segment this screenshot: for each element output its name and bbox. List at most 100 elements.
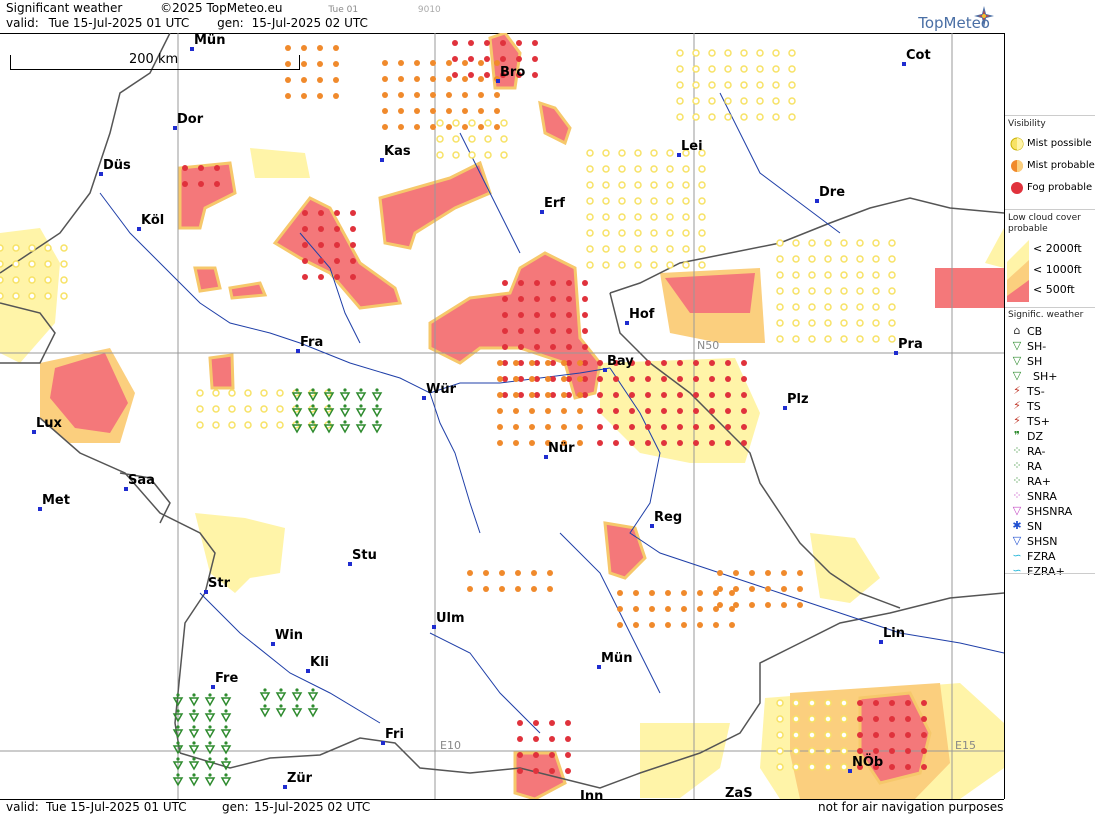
shower-dot-icon <box>208 741 212 745</box>
mist-probable-icon <box>797 570 803 576</box>
mist-probable-icon <box>545 376 551 382</box>
mist-probable-icon <box>497 424 503 430</box>
fog-icon <box>645 376 651 382</box>
fog-icon <box>661 392 667 398</box>
mist-probable-icon <box>478 124 484 130</box>
lowcloud-area-13 <box>985 228 1004 268</box>
fog-icon <box>889 700 895 706</box>
mist-probable-icon <box>333 45 339 51</box>
city-label: Fri <box>385 727 404 742</box>
city-label: Lux <box>36 416 62 431</box>
mist-probable-icon <box>749 586 755 592</box>
mist-probable-icon <box>749 602 755 608</box>
fog-icon <box>661 424 667 430</box>
mist-probable-icon <box>797 602 803 608</box>
fog-icon <box>549 736 555 742</box>
mist-probable-icon <box>545 424 551 430</box>
sigwx-label: TS- <box>1027 385 1045 398</box>
mist-possible-icon <box>12 260 20 268</box>
sigwx-label: CB <box>1027 325 1043 338</box>
lowcloud-area-8 <box>810 533 880 603</box>
shower-dot-icon <box>359 388 363 392</box>
city-label: Mün <box>601 651 633 666</box>
fog-icon <box>661 360 667 366</box>
fog-icon <box>484 40 490 46</box>
city-label: Pra <box>898 337 923 352</box>
mist-possible-icon <box>808 303 816 311</box>
shower-dot-icon <box>224 709 228 713</box>
mist-possible-icon <box>196 405 204 413</box>
mist-possible-icon <box>808 255 816 263</box>
mist-possible-icon <box>698 229 706 237</box>
mist-possible-icon <box>586 229 594 237</box>
mist-possible-icon <box>682 197 690 205</box>
mist-possible-icon <box>776 303 784 311</box>
sigwx-fzra-minusplus-icon: ∽ <box>1012 564 1022 577</box>
mist-possible-icon <box>276 405 284 413</box>
mist-probable-icon <box>398 76 404 82</box>
grid-label-e15: E15 <box>955 739 976 752</box>
fog-icon <box>661 408 667 414</box>
shower-dot-icon <box>311 420 315 424</box>
shower-dot-icon <box>295 688 299 692</box>
mist-probable-icon <box>478 108 484 114</box>
shower-icon <box>204 697 216 707</box>
mist-possible-icon <box>586 245 594 253</box>
mist-possible-icon <box>888 239 896 247</box>
fog-icon <box>502 344 508 350</box>
mist-possible-icon <box>0 244 4 252</box>
mist-possible-icon <box>808 319 816 327</box>
mist-possible-icon <box>60 276 68 284</box>
fog-icon <box>517 752 523 758</box>
mist-possible-icon <box>618 181 626 189</box>
shower-icon <box>188 729 200 739</box>
shower-dot-icon <box>208 709 212 713</box>
mist-possible-icon <box>634 213 642 221</box>
scale-bar: 200 km <box>10 52 300 70</box>
shower-icon <box>188 697 200 707</box>
fog-icon <box>334 210 340 216</box>
shower-icon <box>204 729 216 739</box>
mist-probable-icon <box>398 92 404 98</box>
fog-icon <box>566 296 572 302</box>
mist-possible-icon <box>676 81 684 89</box>
mist-possible-icon <box>618 197 626 205</box>
mist-possible-icon <box>212 405 220 413</box>
mist-probable-icon <box>633 590 639 596</box>
shower-dot-icon <box>176 773 180 777</box>
mist-possible-icon <box>44 260 52 268</box>
sigwx-label: SH- <box>1027 340 1047 353</box>
fog-icon <box>905 748 911 754</box>
mist-probable-icon <box>561 408 567 414</box>
sigwx-label: TS+ <box>1027 415 1050 428</box>
mist-possible-icon <box>708 81 716 89</box>
mist-probable-icon <box>301 77 307 83</box>
mist-possible-icon <box>650 245 658 253</box>
mist-probable-icon <box>617 606 623 612</box>
weather-map[interactable]: 200 km N50 E10 E15 Mün Bro Cot Dor Kas Lei Düs… <box>0 33 1005 799</box>
mist-probable-icon <box>733 570 739 576</box>
shower-icon <box>220 777 232 787</box>
sigwx-shsnra-icon: ▽ <box>1012 504 1022 517</box>
fog-icon <box>725 392 731 398</box>
mist-possible-icon <box>840 319 848 327</box>
mist-possible-icon <box>824 287 832 295</box>
mist-probable-icon <box>513 360 519 366</box>
fog-icon <box>534 296 540 302</box>
fog-icon <box>629 392 635 398</box>
fog-icon <box>677 424 683 430</box>
legend-fog-probable: Fog probable <box>1027 182 1093 193</box>
mist-possible-icon <box>228 405 236 413</box>
mist-possible-icon <box>618 213 626 221</box>
fog-icon <box>517 736 523 742</box>
fog-icon <box>693 408 699 414</box>
fog-icon <box>452 40 458 46</box>
shower-dot-icon <box>327 420 331 424</box>
shower-icon <box>371 392 383 402</box>
mist-possible-icon <box>824 303 832 311</box>
mist-probable-icon <box>577 392 583 398</box>
mist-possible-icon <box>692 97 700 105</box>
legend-mist-probable: Mist probable <box>1027 160 1095 171</box>
shower-dot-icon <box>375 420 379 424</box>
mist-possible-icon <box>756 81 764 89</box>
